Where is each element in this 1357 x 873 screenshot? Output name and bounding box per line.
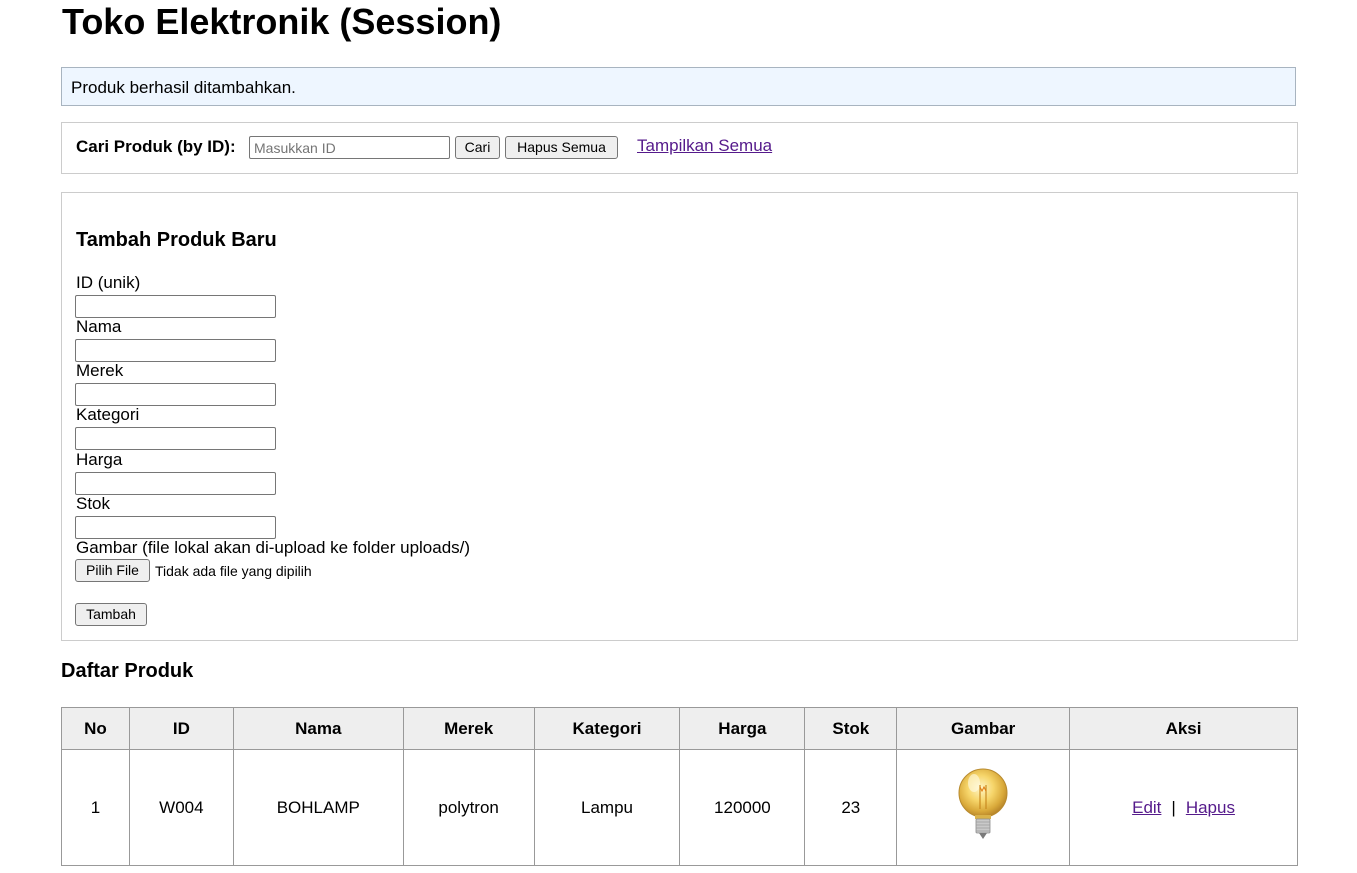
kategori-field[interactable] [75,427,276,450]
cell-no: 1 [61,749,130,866]
column-header: ID [128,707,234,750]
edit-link[interactable]: Edit [1132,798,1161,817]
add-product-form: Tambah Produk Baru ID (unik) Nama Merek … [61,192,1298,641]
kategori-label: Kategori [76,405,140,424]
page-title: Toko Elektronik (Session) [62,1,502,42]
id-label: ID (unik) [76,273,141,292]
add-product-button[interactable]: Tambah [75,603,147,626]
form-title: Tambah Produk Baru [76,229,277,251]
cell-nama: BOHLAMP [232,749,404,866]
cell-kategori: Lampu [533,749,681,866]
cell-id: W004 [128,749,234,866]
table-header-row: No ID Nama Merek Kategori Harga Stok Gam… [61,707,1298,750]
search-input[interactable] [249,136,450,159]
nama-field[interactable] [75,339,276,362]
harga-label: Harga [76,450,123,469]
gambar-label: Gambar (file lokal akan di-upload ke fol… [76,538,471,557]
clear-all-button[interactable]: Hapus Semua [505,136,618,159]
cell-gambar [896,749,1071,866]
column-header: Stok [804,707,898,750]
show-all-link[interactable]: Tampilkan Semua [637,136,772,156]
page: Toko Elektronik (Session) Produk berhasi… [0,0,1357,873]
product-table: No ID Nama Merek Kategori Harga Stok Gam… [61,707,1298,866]
cell-merek: polytron [402,749,535,866]
nama-label: Nama [76,317,122,336]
search-panel: Cari Produk (by ID): Cari Hapus Semua Ta… [61,122,1298,174]
column-header: Kategori [533,707,681,750]
column-header: Nama [232,707,404,750]
action-separator: | [1171,797,1176,817]
search-button[interactable]: Cari [455,136,500,159]
id-field[interactable] [75,295,276,318]
cell-harga: 120000 [679,749,806,866]
product-list-title: Daftar Produk [61,660,194,682]
cell-aksi: Edit | Hapus [1069,749,1298,866]
merek-label: Merek [76,361,124,380]
column-header: Aksi [1069,707,1298,750]
column-header: Gambar [896,707,1071,750]
table-row: 1 W004 BOHLAMP polytron Lampu 120000 23 [61,749,1298,866]
column-header: Harga [679,707,806,750]
merek-field[interactable] [75,383,276,406]
stok-label: Stok [76,494,111,513]
success-notice: Produk berhasil ditambahkan. [61,67,1296,106]
file-status: Tidak ada file yang dipilih [155,563,312,579]
harga-field[interactable] [75,472,276,495]
search-label: Cari Produk (by ID): [76,137,236,156]
delete-link[interactable]: Hapus [1186,798,1235,817]
column-header: No [61,707,130,750]
column-header: Merek [402,707,535,750]
stok-field[interactable] [75,516,276,539]
light-bulb-image [958,768,1008,839]
choose-file-button[interactable]: Pilih File [75,559,150,582]
cell-stok: 23 [804,749,898,866]
